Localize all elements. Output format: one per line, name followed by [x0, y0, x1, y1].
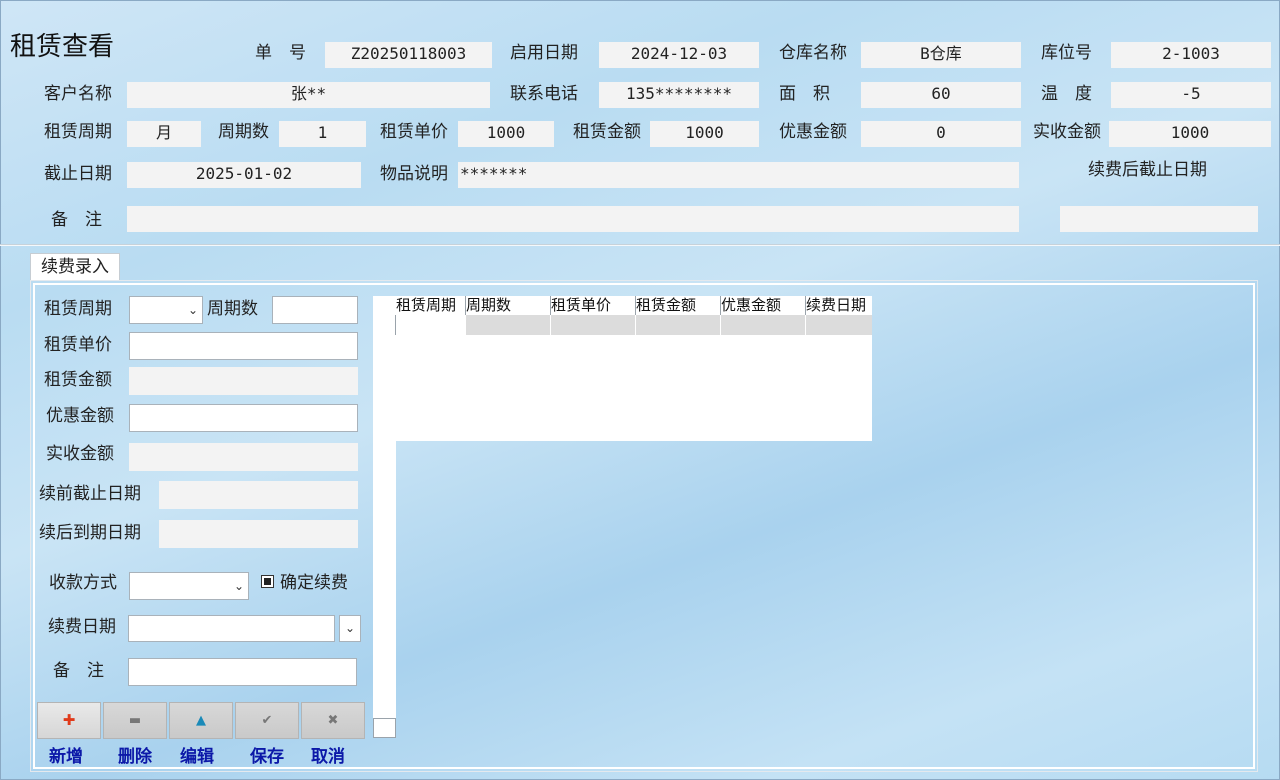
start-date-field: 2024-12-03 — [599, 42, 759, 68]
temperature-label: 温 度 — [1041, 84, 1092, 104]
period-count-label: 周期数 — [218, 122, 269, 142]
save-button[interactable]: ✔ — [235, 702, 299, 739]
renew-end-date-label: 续费后截止日期 — [1088, 160, 1207, 180]
chevron-down-icon: ⌄ — [344, 621, 356, 635]
edit-button-label[interactable]: 编辑 — [180, 742, 214, 767]
after-end-date-field — [159, 520, 358, 548]
remark-label: 备 注 — [51, 210, 102, 230]
chevron-down-icon: ⌄ — [187, 303, 198, 317]
tab-renewal-entry[interactable]: 续费录入 — [30, 253, 120, 281]
grid-cell[interactable] — [551, 315, 636, 335]
form-after-end-label: 续后到期日期 — [39, 523, 141, 543]
add-button-label[interactable]: 新增 — [49, 742, 83, 767]
order-no-field: Z20250118003 — [325, 42, 492, 68]
customer-label: 客户名称 — [44, 84, 112, 104]
grid-header-renew-date[interactable]: 续费日期 — [806, 296, 872, 315]
area-label: 面 积 — [779, 84, 830, 104]
unit-price-field: 1000 — [458, 121, 554, 147]
chevron-down-icon: ⌄ — [233, 579, 244, 593]
form-received-label: 实收金额 — [46, 444, 114, 464]
triangle-up-icon: ▲ — [196, 713, 206, 728]
grid-header-amount[interactable]: 租赁金额 — [636, 296, 721, 315]
item-desc-label: 物品说明 — [380, 164, 448, 184]
delete-button[interactable]: ▬ — [103, 702, 167, 739]
period-count-field: 1 — [279, 121, 366, 147]
received-field: 1000 — [1109, 121, 1271, 147]
page-title: 租赁查看 — [10, 32, 115, 62]
edit-button[interactable]: ▲ — [169, 702, 233, 739]
grid-header-unit-price[interactable]: 租赁单价 — [551, 296, 636, 315]
grid-cell[interactable] — [636, 315, 721, 335]
unit-price-label: 租赁单价 — [380, 122, 448, 142]
grid-row-header[interactable] — [373, 315, 396, 335]
phone-field: 135******** — [599, 82, 759, 108]
form-period-count-label: 周期数 — [207, 299, 258, 319]
order-no-label: 单 号 — [255, 43, 306, 63]
before-end-date-field — [159, 481, 358, 509]
minus-icon: ▬ — [128, 713, 142, 728]
customer-field: 张** — [127, 82, 490, 108]
form-remark-label: 备 注 — [53, 661, 104, 681]
unit-price-input[interactable] — [129, 332, 358, 360]
plus-icon: ✚ — [62, 711, 76, 729]
grid-row-header-strip — [373, 441, 396, 738]
date-picker-button[interactable]: ⌄ — [339, 615, 361, 642]
grid-cell[interactable] — [466, 315, 551, 335]
form-period-label: 租赁周期 — [44, 299, 112, 319]
cancel-button-label[interactable]: 取消 — [311, 742, 345, 767]
phone-label: 联系电话 — [510, 84, 578, 104]
location-label: 库位号 — [1041, 43, 1092, 63]
form-amount-label: 租赁金额 — [44, 370, 112, 390]
grid-new-row-header[interactable] — [373, 718, 396, 738]
grid-corner — [373, 296, 396, 315]
grid-cell[interactable] — [721, 315, 806, 335]
period-count-input[interactable] — [272, 296, 358, 324]
form-discount-label: 优惠金额 — [46, 406, 114, 426]
discount-label: 优惠金额 — [779, 122, 847, 142]
add-button[interactable]: ✚ — [37, 702, 101, 739]
amount-readonly-field — [129, 367, 358, 395]
amount-label: 租赁金额 — [573, 122, 641, 142]
form-payment-label: 收款方式 — [49, 573, 117, 593]
item-desc-field: ******* — [458, 162, 1019, 188]
save-button-label[interactable]: 保存 — [250, 742, 284, 767]
renewal-grid[interactable]: 租赁周期 周期数 租赁单价 租赁金额 优惠金额 续费日期 — [373, 296, 872, 441]
section-divider — [0, 244, 1280, 246]
form-before-end-label: 续前截止日期 — [39, 484, 141, 504]
start-date-label: 启用日期 — [510, 43, 578, 63]
location-field: 2-1003 — [1111, 42, 1271, 68]
grid-selected-cell[interactable] — [396, 315, 466, 335]
grid-header-period-count[interactable]: 周期数 — [466, 296, 551, 315]
period-select[interactable]: ⌄ — [129, 296, 203, 324]
remark-input[interactable] — [128, 658, 357, 686]
confirm-renewal-label: 确定续费 — [280, 573, 348, 593]
received-label: 实收金额 — [1033, 122, 1101, 142]
grid-header-period[interactable]: 租赁周期 — [396, 296, 466, 315]
check-icon: ✔ — [261, 713, 273, 728]
period-label: 租赁周期 — [44, 122, 112, 142]
form-unit-price-label: 租赁单价 — [44, 335, 112, 355]
payment-method-select[interactable]: ⌄ — [129, 572, 249, 600]
cancel-button[interactable]: ✖ — [301, 702, 365, 739]
received-readonly-field — [129, 443, 358, 471]
delete-button-label[interactable]: 删除 — [118, 742, 152, 767]
discount-field: 0 — [861, 121, 1021, 147]
end-date-label: 截止日期 — [44, 164, 112, 184]
period-field: 月 — [127, 121, 201, 147]
renew-end-date-field — [1060, 206, 1258, 232]
temperature-field: -5 — [1111, 82, 1271, 108]
grid-header-discount[interactable]: 优惠金额 — [721, 296, 806, 315]
close-icon: ✖ — [327, 713, 339, 728]
end-date-field: 2025-01-02 — [127, 162, 361, 188]
renew-date-input[interactable] — [128, 615, 335, 642]
remark-field — [127, 206, 1019, 232]
form-renew-date-label: 续费日期 — [48, 617, 116, 637]
warehouse-label: 仓库名称 — [779, 43, 847, 63]
amount-field: 1000 — [650, 121, 759, 147]
area-field: 60 — [861, 82, 1021, 108]
warehouse-field: B仓库 — [861, 42, 1021, 68]
discount-input[interactable] — [129, 404, 358, 432]
confirm-renewal-checkbox[interactable] — [261, 575, 274, 588]
